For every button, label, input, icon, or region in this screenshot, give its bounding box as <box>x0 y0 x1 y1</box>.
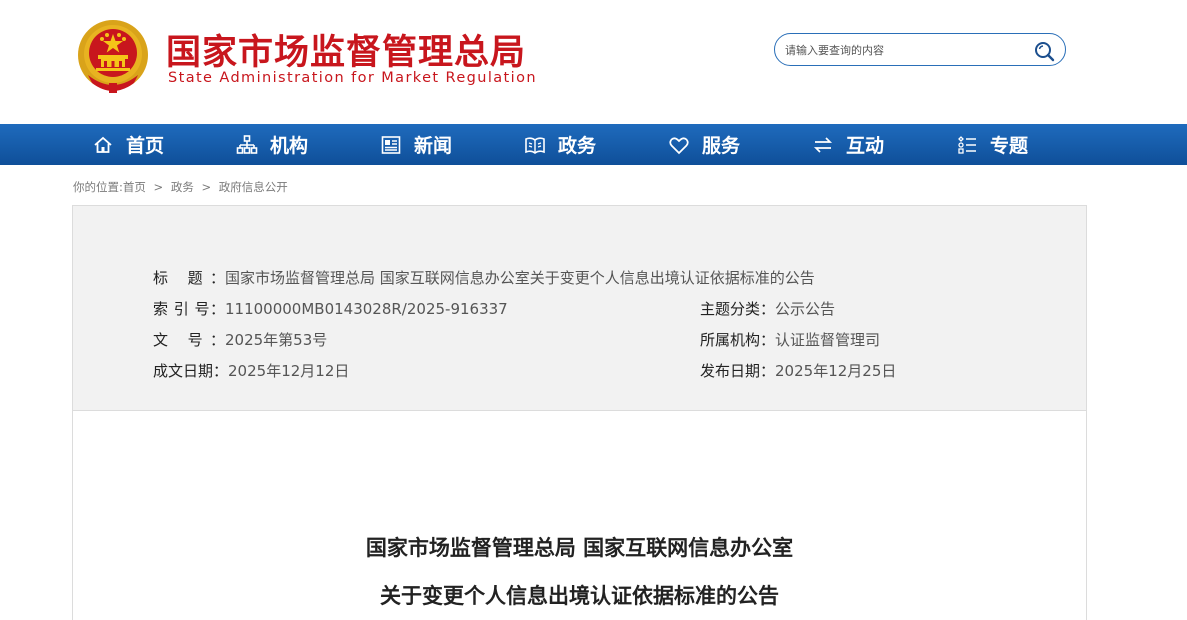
meta-label: 发布日期： <box>700 362 776 380</box>
meta-label: 成文日期： <box>153 362 229 380</box>
nav-label: 服务 <box>702 135 741 157</box>
meta-label: 主题分类： <box>700 300 776 318</box>
national-emblem-icon[interactable] <box>76 17 150 95</box>
site-title-en[interactable]: State Administration for Market Regulati… <box>168 70 537 86</box>
nav-item-affairs[interactable]: 政务 <box>524 124 596 165</box>
document-title-line1: 国家市场监督管理总局 国家互联网信息办公室 <box>365 535 794 560</box>
breadcrumb-separator: > <box>153 180 164 194</box>
meta-index-value: 11100000MB0143028R/2025-916337 <box>225 300 508 318</box>
nav-label: 机构 <box>270 135 309 157</box>
heart-icon <box>668 134 690 156</box>
meta-date-published-value: 2025年12月25日 <box>775 362 897 380</box>
exchange-icon <box>812 134 834 156</box>
nav-item-home[interactable]: 首页 <box>92 124 164 165</box>
nav-item-news[interactable]: 新闻 <box>380 124 452 165</box>
breadcrumb-link-disclosure[interactable]: 政府信息公开 <box>219 180 288 194</box>
search-icon[interactable] <box>1033 40 1055 62</box>
nav-item-service[interactable]: 服务 <box>668 124 740 165</box>
meta-category-row: 主题分类：公示公告 <box>700 299 835 319</box>
search-input[interactable] <box>785 40 1025 60</box>
nav-label: 首页 <box>126 135 165 157</box>
meta-label: 所属机构： <box>700 331 776 349</box>
book-icon <box>524 134 546 156</box>
site-title-cn[interactable]: 国家市场监督管理总局 <box>166 24 526 75</box>
meta-doc-no-value: 2025年第53号 <box>225 331 328 349</box>
meta-label: 索 引 号： <box>153 300 225 318</box>
nav-label: 互动 <box>846 135 885 157</box>
search-box <box>774 33 1066 66</box>
list-icon <box>956 134 978 156</box>
breadcrumb: 你的位置:首页 > 政务 > 政府信息公开 <box>73 179 288 195</box>
nav-label: 政务 <box>558 135 597 157</box>
nav-label: 专题 <box>990 135 1029 157</box>
meta-title-value: 国家市场监督管理总局 国家互联网信息办公室关于变更个人信息出境认证依据标准的公告 <box>225 269 815 287</box>
breadcrumb-link-affairs[interactable]: 政务 <box>171 180 194 194</box>
meta-title-row: 标 题：国家市场监督管理总局 国家互联网信息办公室关于变更个人信息出境认证依据标… <box>153 268 815 288</box>
meta-label: 标 题： <box>153 269 225 287</box>
document-metadata: 标 题：国家市场监督管理总局 国家互联网信息办公室关于变更个人信息出境认证依据标… <box>73 206 1086 411</box>
meta-date-published-row: 发布日期：2025年12月25日 <box>700 361 896 381</box>
home-icon <box>92 134 114 156</box>
meta-index-row: 索 引 号：11100000MB0143028R/2025-916337 <box>153 299 508 319</box>
meta-doc-no-row: 文 号：2025年第53号 <box>153 330 327 350</box>
meta-category-value: 公示公告 <box>775 300 836 318</box>
meta-org-value: 认证监督管理司 <box>775 331 881 349</box>
org-chart-icon <box>236 134 258 156</box>
nav-item-topics[interactable]: 专题 <box>956 124 1028 165</box>
main-nav: 首页 机构 新闻 政务 服务 互动 专题 <box>0 124 1187 165</box>
breadcrumb-separator: > <box>201 180 212 194</box>
breadcrumb-home-link[interactable]: 你的位置:首页 <box>73 180 146 194</box>
meta-label: 文 号： <box>153 331 225 349</box>
nav-item-org[interactable]: 机构 <box>236 124 308 165</box>
document-title-line2: 关于变更个人信息出境认证依据标准的公告 <box>380 583 779 608</box>
site-header: 国家市场监督管理总局 State Administration for Mark… <box>0 0 1187 124</box>
meta-date-created-value: 2025年12月12日 <box>228 362 350 380</box>
nav-label: 新闻 <box>414 135 453 157</box>
news-icon <box>380 134 402 156</box>
nav-item-interaction[interactable]: 互动 <box>812 124 884 165</box>
document-panel: 标 题：国家市场监督管理总局 国家互联网信息办公室关于变更个人信息出境认证依据标… <box>72 205 1087 620</box>
meta-org-row: 所属机构：认证监督管理司 <box>700 330 880 350</box>
meta-date-created-row: 成文日期：2025年12月12日 <box>153 361 349 381</box>
